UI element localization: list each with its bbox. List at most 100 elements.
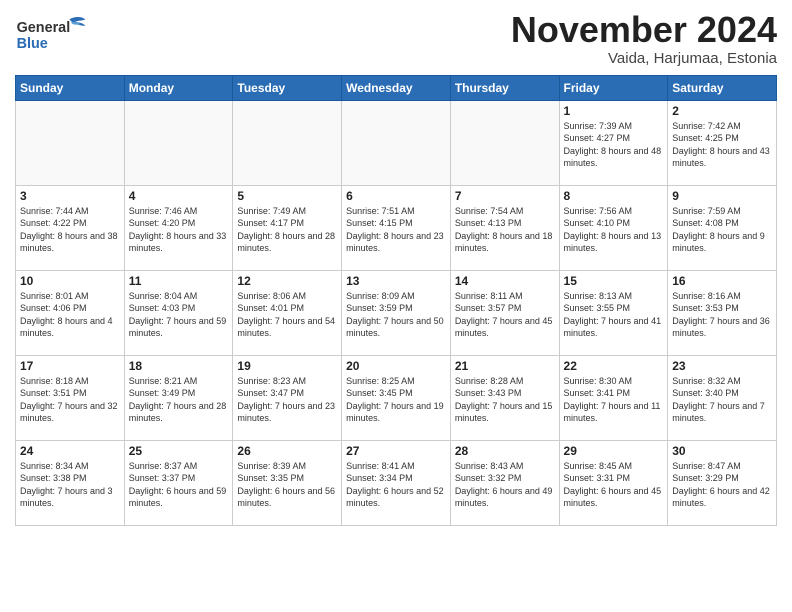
logo-svg: General Blue	[15, 10, 95, 60]
day-number: 17	[20, 359, 120, 373]
calendar-day	[16, 100, 125, 185]
day-info: Sunrise: 8:28 AM Sunset: 3:43 PM Dayligh…	[455, 375, 555, 425]
calendar-week-5: 24 Sunrise: 8:34 AM Sunset: 3:38 PM Dayli…	[16, 440, 777, 525]
col-tuesday: Tuesday	[233, 75, 342, 100]
day-number: 6	[346, 189, 446, 203]
day-info: Sunrise: 8:06 AM Sunset: 4:01 PM Dayligh…	[237, 290, 337, 340]
day-number: 21	[455, 359, 555, 373]
col-friday: Friday	[559, 75, 668, 100]
day-info: Sunrise: 8:11 AM Sunset: 3:57 PM Dayligh…	[455, 290, 555, 340]
calendar-day	[124, 100, 233, 185]
day-number: 30	[672, 444, 772, 458]
title-section: November 2024 Vaida, Harjumaa, Estonia	[511, 10, 777, 67]
day-info: Sunrise: 8:41 AM Sunset: 3:34 PM Dayligh…	[346, 460, 446, 510]
day-info: Sunrise: 8:04 AM Sunset: 4:03 PM Dayligh…	[129, 290, 229, 340]
day-info: Sunrise: 7:54 AM Sunset: 4:13 PM Dayligh…	[455, 205, 555, 255]
calendar-day: 29Sunrise: 8:45 AM Sunset: 3:31 PM Dayli…	[559, 440, 668, 525]
calendar-day: 22Sunrise: 8:30 AM Sunset: 3:41 PM Dayli…	[559, 355, 668, 440]
day-info: Sunrise: 8:37 AM Sunset: 3:37 PM Dayligh…	[129, 460, 229, 510]
day-info: Sunrise: 7:39 AM Sunset: 4:27 PM Dayligh…	[564, 120, 664, 170]
day-number: 7	[455, 189, 555, 203]
calendar-day: 26 Sunrise: 8:39 AM Sunset: 3:35 PM Dayli…	[233, 440, 342, 525]
day-number: 3	[20, 189, 120, 203]
calendar-day: 17 Sunrise: 8:18 AM Sunset: 3:51 PM Dayli…	[16, 355, 125, 440]
calendar-day: 7 Sunrise: 7:54 AM Sunset: 4:13 PM Daylig…	[450, 185, 559, 270]
col-saturday: Saturday	[668, 75, 777, 100]
calendar-day	[342, 100, 451, 185]
day-number: 23	[672, 359, 772, 373]
day-number: 25	[129, 444, 229, 458]
calendar-day: 20 Sunrise: 8:25 AM Sunset: 3:45 PM Dayli…	[342, 355, 451, 440]
calendar-day: 2 Sunrise: 7:42 AM Sunset: 4:25 PM Daylig…	[668, 100, 777, 185]
calendar-day: 30 Sunrise: 8:47 AM Sunset: 3:29 PM Dayli…	[668, 440, 777, 525]
day-info: Sunrise: 8:18 AM Sunset: 3:51 PM Dayligh…	[20, 375, 120, 425]
day-info: Sunrise: 7:56 AM Sunset: 4:10 PM Dayligh…	[564, 205, 664, 255]
calendar-day	[450, 100, 559, 185]
col-sunday: Sunday	[16, 75, 125, 100]
calendar-day: 5Sunrise: 7:49 AM Sunset: 4:17 PM Daylig…	[233, 185, 342, 270]
day-info: Sunrise: 7:51 AM Sunset: 4:15 PM Dayligh…	[346, 205, 446, 255]
calendar-week-4: 17 Sunrise: 8:18 AM Sunset: 3:51 PM Dayli…	[16, 355, 777, 440]
day-info: Sunrise: 8:39 AM Sunset: 3:35 PM Dayligh…	[237, 460, 337, 510]
calendar-day: 27 Sunrise: 8:41 AM Sunset: 3:34 PM Dayli…	[342, 440, 451, 525]
calendar-week-1: 1 Sunrise: 7:39 AM Sunset: 4:27 PM Daylig…	[16, 100, 777, 185]
calendar-week-2: 3 Sunrise: 7:44 AM Sunset: 4:22 PM Daylig…	[16, 185, 777, 270]
calendar-day: 1 Sunrise: 7:39 AM Sunset: 4:27 PM Daylig…	[559, 100, 668, 185]
calendar-day: 12 Sunrise: 8:06 AM Sunset: 4:01 PM Dayli…	[233, 270, 342, 355]
day-number: 12	[237, 274, 337, 288]
day-info: Sunrise: 8:09 AM Sunset: 3:59 PM Dayligh…	[346, 290, 446, 340]
day-number: 18	[129, 359, 229, 373]
day-info: Sunrise: 8:34 AM Sunset: 3:38 PM Dayligh…	[20, 460, 120, 510]
day-number: 2	[672, 104, 772, 118]
day-number: 15	[564, 274, 664, 288]
day-info: Sunrise: 8:32 AM Sunset: 3:40 PM Dayligh…	[672, 375, 772, 425]
calendar-week-3: 10Sunrise: 8:01 AM Sunset: 4:06 PM Dayli…	[16, 270, 777, 355]
calendar-day	[233, 100, 342, 185]
day-info: Sunrise: 8:23 AM Sunset: 3:47 PM Dayligh…	[237, 375, 337, 425]
day-number: 8	[564, 189, 664, 203]
calendar-day: 28Sunrise: 8:43 AM Sunset: 3:32 PM Dayli…	[450, 440, 559, 525]
month-title: November 2024	[511, 10, 777, 50]
calendar-day: 8 Sunrise: 7:56 AM Sunset: 4:10 PM Daylig…	[559, 185, 668, 270]
day-info: Sunrise: 7:42 AM Sunset: 4:25 PM Dayligh…	[672, 120, 772, 170]
calendar-day: 24 Sunrise: 8:34 AM Sunset: 3:38 PM Dayli…	[16, 440, 125, 525]
calendar-day: 3 Sunrise: 7:44 AM Sunset: 4:22 PM Daylig…	[16, 185, 125, 270]
calendar-table: Sunday Monday Tuesday Wednesday Thursday…	[15, 75, 777, 526]
calendar-day: 19Sunrise: 8:23 AM Sunset: 3:47 PM Dayli…	[233, 355, 342, 440]
day-info: Sunrise: 8:16 AM Sunset: 3:53 PM Dayligh…	[672, 290, 772, 340]
day-number: 26	[237, 444, 337, 458]
calendar-day: 6 Sunrise: 7:51 AM Sunset: 4:15 PM Daylig…	[342, 185, 451, 270]
day-number: 10	[20, 274, 120, 288]
calendar-day: 4Sunrise: 7:46 AM Sunset: 4:20 PM Daylig…	[124, 185, 233, 270]
calendar-header: Sunday Monday Tuesday Wednesday Thursday…	[16, 75, 777, 100]
calendar-day: 18Sunrise: 8:21 AM Sunset: 3:49 PM Dayli…	[124, 355, 233, 440]
calendar-day: 23 Sunrise: 8:32 AM Sunset: 3:40 PM Dayli…	[668, 355, 777, 440]
calendar-day: 15Sunrise: 8:13 AM Sunset: 3:55 PM Dayli…	[559, 270, 668, 355]
day-info: Sunrise: 8:25 AM Sunset: 3:45 PM Dayligh…	[346, 375, 446, 425]
day-number: 5	[237, 189, 337, 203]
day-number: 20	[346, 359, 446, 373]
day-number: 27	[346, 444, 446, 458]
day-info: Sunrise: 7:44 AM Sunset: 4:22 PM Dayligh…	[20, 205, 120, 255]
day-number: 13	[346, 274, 446, 288]
svg-text:Blue: Blue	[17, 36, 48, 52]
calendar-day: 13 Sunrise: 8:09 AM Sunset: 3:59 PM Dayli…	[342, 270, 451, 355]
weekday-row: Sunday Monday Tuesday Wednesday Thursday…	[16, 75, 777, 100]
calendar-day: 10Sunrise: 8:01 AM Sunset: 4:06 PM Dayli…	[16, 270, 125, 355]
day-number: 4	[129, 189, 229, 203]
day-number: 24	[20, 444, 120, 458]
col-thursday: Thursday	[450, 75, 559, 100]
day-info: Sunrise: 8:47 AM Sunset: 3:29 PM Dayligh…	[672, 460, 772, 510]
calendar-day: 9 Sunrise: 7:59 AM Sunset: 4:08 PM Daylig…	[668, 185, 777, 270]
day-info: Sunrise: 8:43 AM Sunset: 3:32 PM Dayligh…	[455, 460, 555, 510]
subtitle: Vaida, Harjumaa, Estonia	[511, 50, 777, 67]
col-wednesday: Wednesday	[342, 75, 451, 100]
page-container: General Blue November 2024 Vaida, Harjum…	[0, 0, 792, 531]
day-number: 11	[129, 274, 229, 288]
col-monday: Monday	[124, 75, 233, 100]
day-number: 1	[564, 104, 664, 118]
day-info: Sunrise: 7:59 AM Sunset: 4:08 PM Dayligh…	[672, 205, 772, 255]
calendar-body: 1 Sunrise: 7:39 AM Sunset: 4:27 PM Daylig…	[16, 100, 777, 525]
day-number: 29	[564, 444, 664, 458]
day-number: 9	[672, 189, 772, 203]
